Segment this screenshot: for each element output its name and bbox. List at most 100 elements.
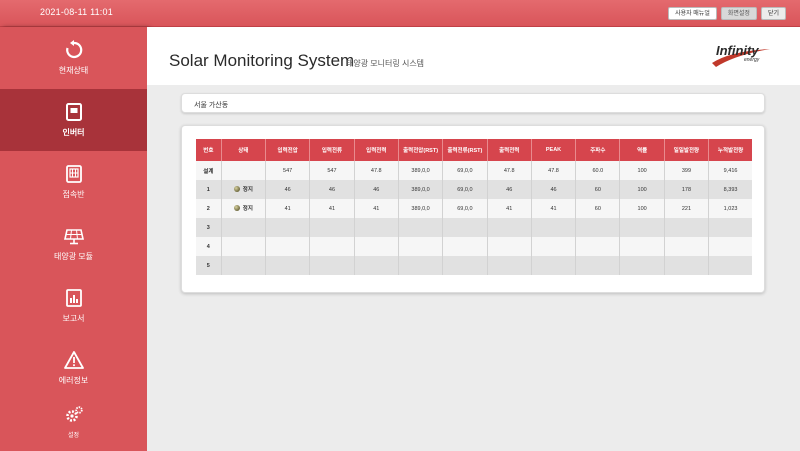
table-cell: 46 bbox=[354, 180, 399, 199]
column-header: 입력전력 bbox=[354, 139, 399, 161]
table-cell: 47.8 bbox=[487, 161, 532, 180]
screen-settings-button[interactable]: 화면설정 bbox=[720, 7, 757, 20]
column-header: 상태 bbox=[221, 139, 266, 161]
table-cell: 41 bbox=[265, 199, 311, 218]
table-cell bbox=[309, 256, 355, 275]
table-cell: 41 bbox=[487, 199, 532, 218]
sidebar-item-error-info[interactable]: 에러정보 bbox=[0, 337, 147, 399]
user-manual-button[interactable]: 사용자 매뉴얼 bbox=[668, 7, 717, 20]
row-number: 설계 bbox=[196, 161, 222, 180]
inverter-icon bbox=[64, 102, 84, 122]
status-cell: 정지 bbox=[221, 199, 266, 218]
logo-sub: energy bbox=[744, 57, 760, 63]
table-cell bbox=[354, 237, 399, 256]
table-cell bbox=[442, 237, 488, 256]
table-cell: 69,0,0 bbox=[442, 180, 488, 199]
status-label: 정지 bbox=[242, 206, 253, 212]
page-subtitle: 태양광 모니터링 시스템 bbox=[346, 59, 425, 68]
table-cell bbox=[708, 237, 752, 256]
sidebar-item-label: 설정 bbox=[67, 433, 80, 439]
table-cell: 46 bbox=[309, 180, 355, 199]
status-cell: 정지 bbox=[221, 180, 266, 199]
sidebar-item-solar-module[interactable]: 태양광 모듈 bbox=[0, 213, 147, 275]
table-cell: 8,393 bbox=[708, 180, 752, 199]
table-row[interactable]: 4 bbox=[196, 237, 752, 256]
table-cell bbox=[398, 237, 444, 256]
location-bar: 서울 가산동 bbox=[181, 93, 765, 113]
table-row[interactable]: 5 bbox=[196, 256, 752, 275]
sidebar-item-current-status[interactable]: 현재상태 bbox=[0, 27, 147, 89]
table-cell bbox=[354, 218, 399, 237]
table-cell bbox=[575, 237, 621, 256]
status-badge: 정지 bbox=[233, 204, 253, 212]
sidebar-item-label: 태양광 모듈 bbox=[53, 252, 94, 261]
table-cell: 178 bbox=[664, 180, 710, 199]
table-cell bbox=[531, 218, 577, 237]
table-row[interactable]: 설계 547 547 47.8 389,0,0 69,0,0 47.8 47.8 60.0 100… bbox=[196, 161, 752, 180]
warning-icon bbox=[63, 350, 84, 370]
row-number: 4 bbox=[196, 237, 222, 256]
table-cell bbox=[487, 237, 532, 256]
table-cell bbox=[664, 237, 710, 256]
company-logo: Infinity energy bbox=[710, 41, 772, 71]
sidebar-item-label: 현재상태 bbox=[58, 66, 89, 75]
table-cell: 41 bbox=[531, 199, 577, 218]
column-header: 번호 bbox=[196, 139, 222, 161]
table-cell: 547 bbox=[265, 161, 311, 180]
table-header-row: 번호 상태 입력전압 입력전류 입력전력 출력전압(RST) 출력전류(RST) 출력전력 PE… bbox=[196, 139, 752, 161]
column-header: 출력전력 bbox=[487, 139, 532, 161]
table-cell bbox=[487, 256, 532, 275]
table-cell bbox=[221, 161, 266, 180]
sidebar-item-label: 보고서 bbox=[62, 314, 85, 323]
report-icon bbox=[64, 288, 84, 308]
table-cell bbox=[619, 218, 665, 237]
row-number: 3 bbox=[196, 218, 222, 237]
table-cell: 1,023 bbox=[708, 199, 752, 218]
table-cell bbox=[309, 237, 355, 256]
table-cell: 547 bbox=[309, 161, 355, 180]
page-header: Solar Monitoring System 태양광 모니터링 시스템 Inf… bbox=[147, 27, 800, 85]
table-cell: 100 bbox=[619, 180, 665, 199]
row-number: 1 bbox=[196, 180, 222, 199]
inverter-table-panel: 번호 상태 입력전압 입력전류 입력전력 출력전압(RST) 출력전류(RST) 출력전력 PE… bbox=[181, 125, 765, 293]
status-dot-icon bbox=[233, 205, 240, 211]
sidebar-item-settings[interactable]: 설정 bbox=[0, 391, 147, 451]
table-row[interactable]: 2 정지 41 41 41 389,0,0 69,0,0 41 41 60 100 221 1,023 bbox=[196, 199, 752, 218]
table-cell bbox=[354, 256, 399, 275]
table-cell bbox=[221, 237, 266, 256]
table-cell: 100 bbox=[619, 161, 665, 180]
status-badge: 정지 bbox=[233, 185, 253, 193]
sidebar-item-report[interactable]: 보고서 bbox=[0, 275, 147, 337]
table-cell bbox=[309, 218, 355, 237]
table-cell bbox=[487, 218, 532, 237]
table-cell: 46 bbox=[265, 180, 311, 199]
column-header: 누적발전량 bbox=[708, 139, 752, 161]
table-cell: 47.8 bbox=[354, 161, 399, 180]
column-header: 입력전류 bbox=[309, 139, 355, 161]
close-button[interactable]: 닫기 bbox=[760, 7, 786, 20]
column-header: PEAK bbox=[531, 139, 577, 161]
table-cell: 60 bbox=[575, 199, 621, 218]
sidebar-item-label: 에러정보 bbox=[58, 376, 89, 385]
table-cell bbox=[442, 256, 488, 275]
inverter-table: 번호 상태 입력전압 입력전류 입력전력 출력전압(RST) 출력전류(RST) 출력전력 PE… bbox=[196, 139, 752, 275]
table-cell bbox=[708, 218, 752, 237]
row-number: 5 bbox=[196, 256, 222, 275]
top-bar: 2021-08-11 11:01 사용자 매뉴얼 화면설정 닫기 bbox=[0, 0, 800, 27]
table-cell: 389,0,0 bbox=[398, 199, 444, 218]
solar-panel-icon bbox=[63, 226, 84, 246]
table-cell bbox=[664, 256, 710, 275]
column-header: 역률 bbox=[619, 139, 665, 161]
table-cell bbox=[619, 237, 665, 256]
table-cell: 221 bbox=[664, 199, 710, 218]
table-row[interactable]: 3 bbox=[196, 218, 752, 237]
table-cell bbox=[398, 256, 444, 275]
table-row[interactable]: 1 정지 46 46 46 389,0,0 69,0,0 46 46 60 100 178 8,393 bbox=[196, 180, 752, 199]
table-cell bbox=[531, 256, 577, 275]
table-cell bbox=[575, 256, 621, 275]
sidebar-item-junction-box[interactable]: 접속반 bbox=[0, 151, 147, 213]
sidebar-item-inverter[interactable]: 인버터 bbox=[0, 89, 147, 151]
table-cell bbox=[531, 237, 577, 256]
top-buttons: 사용자 매뉴얼 화면설정 닫기 bbox=[668, 7, 786, 20]
sidebar-item-label: 인버터 bbox=[62, 128, 85, 137]
